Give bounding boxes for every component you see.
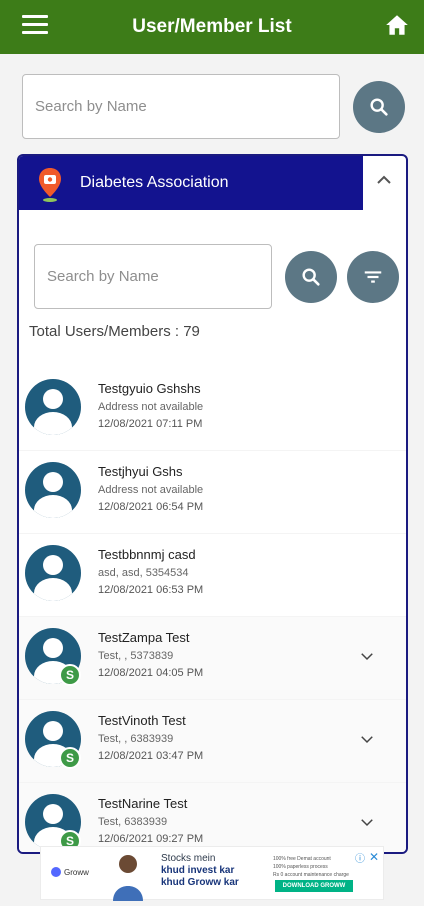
ad-person-image bbox=[103, 851, 153, 901]
association-name: Diabetes Association bbox=[80, 174, 229, 191]
ad-info-icon[interactable]: ⓘ bbox=[355, 850, 365, 865]
ad-bullet: Rs 0 account maintenance charge bbox=[273, 872, 349, 878]
status-badge: S bbox=[59, 747, 81, 769]
filter-icon bbox=[364, 271, 382, 283]
member-name: Testgyuio Gshshs bbox=[98, 381, 201, 396]
top-search-row bbox=[22, 74, 406, 140]
member-row[interactable]: Testgyuio Gshshs Address not available 1… bbox=[19, 368, 406, 451]
search-icon bbox=[370, 98, 388, 116]
member-name: Testjhyui Gshs bbox=[98, 464, 183, 479]
ad-bullet: 100% free Demat account bbox=[273, 856, 331, 862]
avatar-icon bbox=[25, 462, 81, 518]
ad-brand: Groww bbox=[51, 867, 89, 877]
member-address: Test, , 6383939 bbox=[98, 733, 174, 745]
member-row[interactable]: S TestZampa Test Test, , 5373839 12/08/2… bbox=[19, 617, 406, 700]
member-row[interactable]: Testbbnnmj casd asd, asd, 5354534 12/08/… bbox=[19, 534, 406, 617]
search-input[interactable] bbox=[22, 74, 340, 139]
ad-download-button[interactable]: DOWNLOAD GROWW bbox=[275, 880, 353, 892]
chevron-down-icon[interactable] bbox=[358, 730, 376, 748]
member-date: 12/08/2021 06:54 PM bbox=[98, 501, 204, 513]
home-icon[interactable] bbox=[384, 12, 410, 38]
member-row[interactable]: S TestNarine Test Test, 6383939 12/06/20… bbox=[19, 783, 406, 852]
ad-banner[interactable]: Groww Stocks mein khud invest kar khud G… bbox=[40, 846, 384, 901]
member-address: Address not available bbox=[98, 484, 204, 496]
member-date: 12/08/2021 03:47 PM bbox=[98, 750, 204, 762]
association-panel: Diabetes Association Total Users/Members… bbox=[17, 154, 408, 854]
menu-icon[interactable] bbox=[22, 15, 48, 37]
ad-brand-name: Groww bbox=[64, 867, 89, 877]
ad-line-3: khud Groww kar bbox=[161, 877, 239, 888]
ad-close-icon[interactable]: ✕ bbox=[369, 850, 379, 864]
member-name: TestZampa Test bbox=[98, 630, 190, 645]
total-members-count: Total Users/Members : 79 bbox=[29, 323, 200, 340]
member-date: 12/08/2021 06:53 PM bbox=[98, 584, 204, 596]
member-name: TestVinoth Test bbox=[98, 713, 186, 728]
member-address: Address not available bbox=[98, 401, 204, 413]
member-search-button[interactable] bbox=[285, 251, 337, 303]
member-date: 12/06/2021 09:27 PM bbox=[98, 833, 204, 845]
ad-bullets: 100% free Demat account 100% paperless p… bbox=[273, 855, 349, 879]
member-address: Test, 6383939 bbox=[98, 816, 168, 828]
search-button[interactable] bbox=[353, 81, 405, 133]
member-search-input[interactable] bbox=[34, 244, 272, 309]
avatar-icon bbox=[25, 379, 81, 435]
member-address: asd, asd, 5354534 bbox=[98, 567, 189, 579]
ad-line-1: Stocks mein bbox=[161, 853, 216, 864]
app-bar: User/Member List bbox=[0, 0, 424, 54]
member-row[interactable]: S TestVinoth Test Test, , 6383939 12/08/… bbox=[19, 700, 406, 783]
chevron-down-icon[interactable] bbox=[358, 813, 376, 831]
member-row[interactable]: Testjhyui Gshs Address not available 12/… bbox=[19, 451, 406, 534]
status-badge: S bbox=[59, 664, 81, 686]
filter-button[interactable] bbox=[347, 251, 399, 303]
member-name: Testbbnnmj casd bbox=[98, 547, 196, 562]
ad-text: Stocks mein khud invest kar khud Groww k… bbox=[161, 853, 239, 889]
chevron-down-icon[interactable] bbox=[358, 647, 376, 665]
search-icon bbox=[302, 268, 320, 286]
groww-logo-icon bbox=[51, 867, 61, 877]
chevron-up-icon[interactable] bbox=[372, 168, 396, 192]
ad-line-2: khud invest kar bbox=[161, 865, 235, 876]
page-title: User/Member List bbox=[132, 16, 292, 37]
member-list: Testgyuio Gshshs Address not available 1… bbox=[19, 368, 406, 852]
member-address: Test, , 5373839 bbox=[98, 650, 174, 662]
ad-bullet: 100% paperless process bbox=[273, 864, 328, 870]
avatar-icon bbox=[25, 545, 81, 601]
association-header[interactable]: Diabetes Association bbox=[19, 156, 363, 210]
member-date: 12/08/2021 04:05 PM bbox=[98, 667, 204, 679]
location-pin-icon bbox=[37, 167, 63, 203]
member-name: TestNarine Test bbox=[98, 796, 188, 811]
member-date: 12/08/2021 07:11 PM bbox=[98, 418, 203, 430]
